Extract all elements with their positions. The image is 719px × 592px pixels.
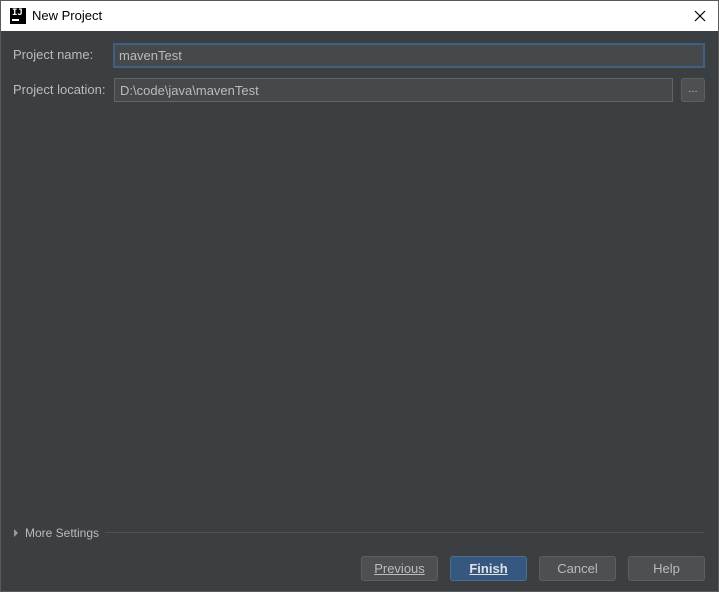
- finish-button-label: Finish: [469, 561, 508, 576]
- project-location-label: Project location:: [13, 82, 106, 97]
- more-settings-toggle[interactable]: More Settings: [14, 525, 99, 541]
- previous-button[interactable]: Previous: [361, 556, 438, 581]
- logo-underline: [12, 19, 19, 21]
- help-button-label: Help: [653, 561, 680, 576]
- title-bar: IJ New Project: [1, 1, 718, 31]
- browse-location-button[interactable]: ...: [681, 78, 705, 102]
- finish-button[interactable]: Finish: [450, 556, 527, 581]
- close-icon: [694, 10, 706, 22]
- more-settings-divider: [105, 532, 704, 533]
- project-name-input[interactable]: [113, 43, 705, 68]
- intellij-logo-icon: IJ: [10, 8, 26, 24]
- close-button[interactable]: [688, 4, 712, 28]
- help-button[interactable]: Help: [628, 556, 705, 581]
- new-project-dialog: IJ New Project Project name: Project loc…: [0, 0, 719, 592]
- logo-text: IJ: [12, 8, 23, 18]
- cancel-button[interactable]: Cancel: [539, 556, 616, 581]
- chevron-right-icon: [14, 529, 18, 537]
- window-title: New Project: [32, 8, 103, 23]
- project-location-input[interactable]: [114, 78, 673, 102]
- cancel-button-label: Cancel: [557, 561, 598, 576]
- project-name-label: Project name:: [13, 47, 94, 62]
- previous-button-label: Previous: [374, 561, 425, 576]
- more-settings-label: More Settings: [25, 526, 100, 540]
